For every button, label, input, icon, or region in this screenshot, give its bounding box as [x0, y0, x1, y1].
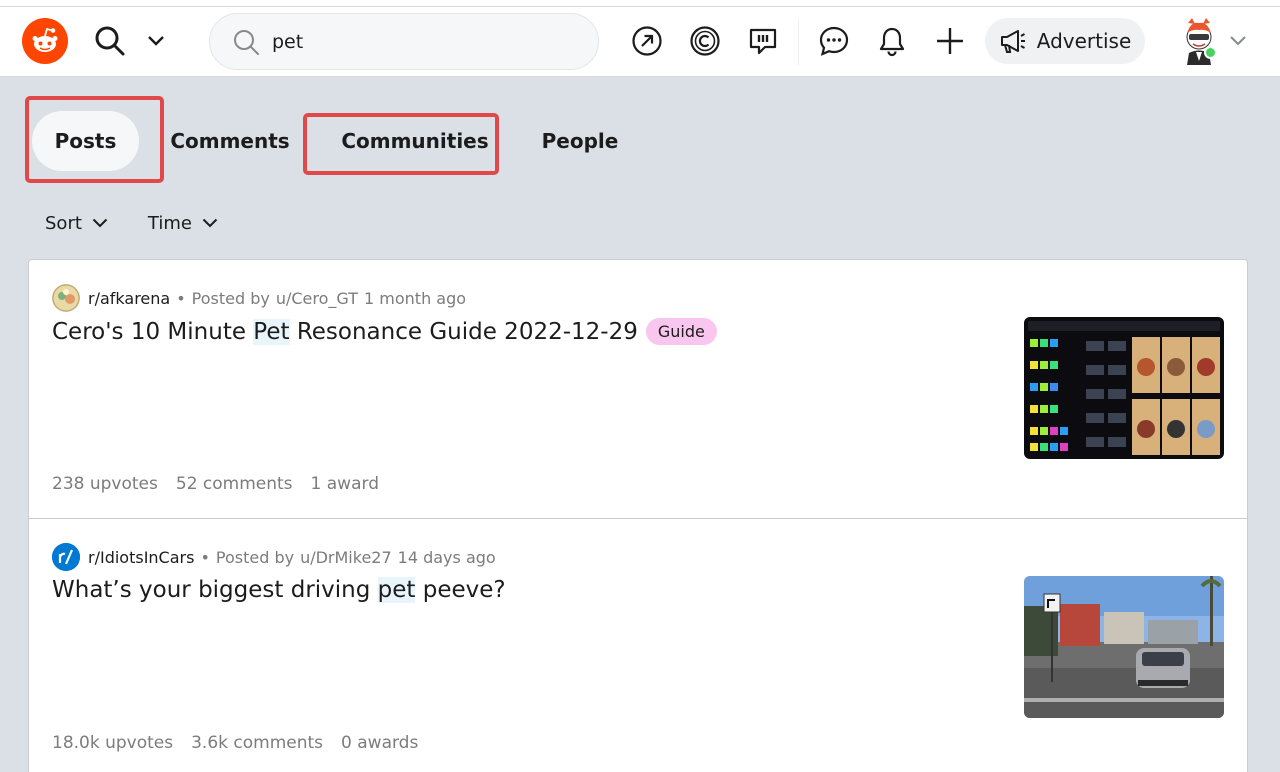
result-filters: Sort Time [45, 207, 218, 239]
post-time: 1 month ago [364, 288, 467, 308]
post-flair: Guide [645, 318, 717, 345]
create-post-button[interactable] [930, 21, 970, 61]
search-scope-dropdown[interactable] [144, 29, 168, 53]
bell-icon [879, 27, 905, 57]
post-title-text: What’s your biggest driving pet peeve? [52, 577, 506, 603]
award-count: 0 awards [341, 733, 419, 753]
chevron-down-icon [92, 218, 108, 228]
subreddit-default-icon [52, 543, 80, 571]
search-bar[interactable] [209, 13, 599, 70]
user-menu-dropdown[interactable] [1226, 29, 1250, 53]
chevron-down-icon [1230, 36, 1246, 46]
search-results-list: r/afkarena • Posted by u/Cero_GT 1 month… [28, 259, 1248, 772]
advertise-button[interactable]: Advertise [985, 18, 1145, 64]
comment-count[interactable]: 3.6k comments [191, 733, 323, 753]
post-result[interactable]: r/afkarena • Posted by u/Cero_GT 1 month… [29, 260, 1247, 519]
title-part: peeve? [415, 577, 506, 603]
chevron-down-icon [202, 218, 218, 228]
post-meta: r/IdiotsInCars • Posted by u/DrMike27 14… [52, 543, 496, 571]
time-dropdown[interactable]: Time [148, 207, 218, 239]
street-photo-thumbnail [1024, 576, 1224, 718]
post-result[interactable]: r/IdiotsInCars • Posted by u/DrMike27 14… [29, 519, 1247, 772]
title-part: Resonance Guide 2022-12-29 [289, 318, 638, 345]
time-label: Time [147, 212, 192, 234]
subreddit-avatar-icon [52, 284, 80, 312]
reddit-logo[interactable] [22, 18, 68, 64]
post-title-text: Cero's 10 Minute Pet Resonance Guide 202… [52, 318, 638, 345]
notifications-button[interactable] [872, 21, 912, 61]
post-author[interactable]: u/Cero_GT [276, 289, 358, 308]
tab-comments[interactable]: Comments [165, 111, 295, 171]
coins-button[interactable] [685, 21, 725, 61]
sort-label: Sort [45, 212, 82, 234]
top-header: Advertise [0, 7, 1280, 77]
post-stats: 238 upvotes 52 comments 1 award [52, 474, 379, 494]
user-avatar[interactable] [1178, 14, 1220, 66]
subreddit-name[interactable]: r/afkarena [88, 289, 170, 308]
speech-bubble-icon [749, 28, 777, 55]
plus-icon [937, 28, 963, 54]
upvote-count: 18.0k upvotes [52, 733, 174, 753]
subreddit-name[interactable]: r/IdiotsInCars [88, 548, 194, 567]
post-stats: 18.0k upvotes 3.6k comments 0 awards [52, 733, 418, 753]
post-title[interactable]: What’s your biggest driving pet peeve? [52, 577, 506, 603]
tab-people[interactable]: People [530, 111, 630, 171]
advertise-label: Advertise [1036, 29, 1132, 53]
title-part: Cero's 10 Minute [52, 318, 254, 345]
feedback-button[interactable] [743, 21, 783, 61]
post-meta: r/afkarena • Posted by u/Cero_GT 1 month… [52, 284, 466, 312]
award-count: 1 award [310, 474, 379, 494]
popular-button[interactable] [627, 21, 667, 61]
chevron-down-icon [148, 36, 164, 46]
trending-arrow-icon [632, 26, 662, 56]
post-author[interactable]: u/DrMike27 [300, 548, 392, 567]
title-part: What’s your biggest driving [52, 577, 378, 603]
search-match-highlight: Pet [253, 318, 290, 345]
meta-separator: • [200, 547, 210, 567]
online-status-dot [1204, 46, 1217, 59]
search-icon [95, 26, 125, 56]
search-input[interactable] [272, 30, 572, 53]
chat-button[interactable] [814, 21, 854, 61]
window-top-edge [0, 0, 1280, 7]
coins-icon [690, 26, 720, 56]
megaphone-icon [1000, 30, 1025, 53]
upvote-count: 238 upvotes [52, 474, 158, 494]
highlight-box-posts [25, 96, 164, 183]
guide-thumbnail-image [1024, 317, 1224, 459]
post-title[interactable]: Cero's 10 Minute Pet Resonance Guide 202… [52, 318, 717, 345]
subreddit-icon [52, 543, 80, 571]
sort-dropdown[interactable]: Sort [45, 207, 108, 239]
highlight-box-communities [303, 113, 499, 175]
search-icon [234, 29, 259, 55]
chat-icon [819, 26, 849, 56]
search-match-highlight: pet [377, 577, 416, 603]
comment-count[interactable]: 52 comments [176, 474, 293, 494]
header-divider [798, 19, 799, 65]
subreddit-icon [52, 284, 80, 312]
meta-separator: • [176, 288, 186, 308]
post-thumbnail[interactable] [1024, 317, 1224, 459]
reddit-alien-icon [32, 27, 58, 52]
posted-by-label: Posted by [191, 288, 270, 308]
post-thumbnail[interactable] [1024, 576, 1224, 718]
posted-by-label: Posted by [215, 547, 295, 567]
post-time: 14 days ago [397, 547, 496, 567]
search-result-tabs: Posts Comments Communities People [0, 96, 1280, 186]
search-toggle-button[interactable] [92, 22, 128, 60]
